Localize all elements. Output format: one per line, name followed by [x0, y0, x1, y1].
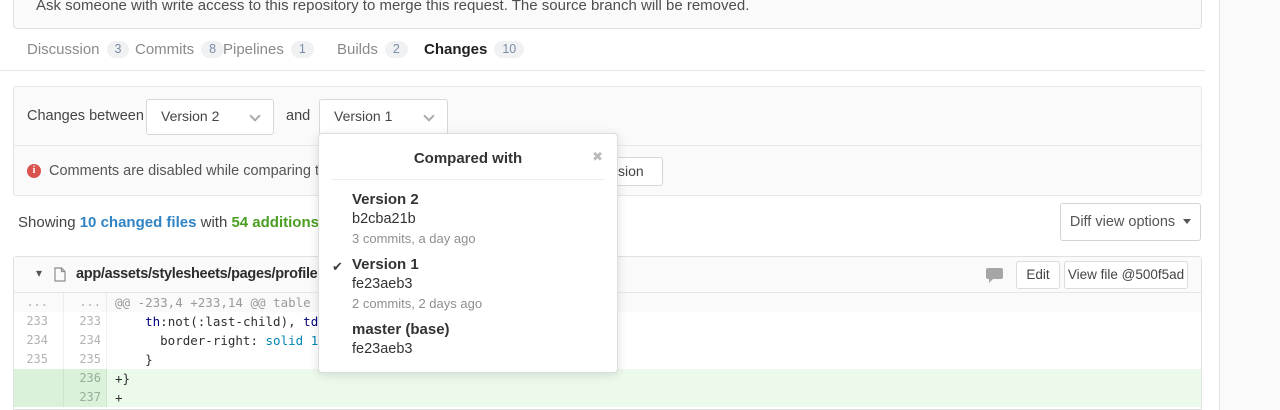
tab-changes[interactable]: Changes10 [424, 29, 524, 71]
hunk-header-text: @@ -233,4 +233,14 @@ table { [107, 293, 1201, 312]
new-line-number[interactable]: 236 [64, 369, 107, 388]
diff-added-row: 237 + [14, 388, 1201, 407]
commit-sha: fe23aeb3 [352, 275, 482, 294]
close-icon[interactable]: ✖ [592, 149, 603, 165]
code-line: +} [107, 369, 1201, 388]
check-icon: ✔ [332, 259, 343, 275]
discussion-count-badge: 3 [107, 41, 130, 58]
old-line-number[interactable]: 235 [14, 350, 64, 369]
commit-sha: b2cba21b [352, 210, 476, 229]
new-line-number[interactable]: 237 [64, 388, 107, 407]
dropdown-item-master-base[interactable]: master (base) fe23aeb3 [352, 321, 450, 359]
chevron-down-icon [423, 110, 434, 121]
old-line-number: ... [14, 293, 64, 312]
file-icon [54, 267, 66, 287]
commit-sha: fe23aeb3 [352, 340, 450, 359]
changes-between-label: Changes between [27, 108, 144, 124]
edit-button[interactable]: Edit [1016, 261, 1060, 289]
to-version-select[interactable]: Version 1 [319, 99, 448, 135]
code-line: + [107, 388, 1201, 407]
old-line-number[interactable] [14, 369, 64, 388]
dropdown-item-version-2[interactable]: Version 2 b2cba21b 3 commits, a day ago [352, 191, 476, 247]
old-line-number[interactable]: 233 [14, 312, 64, 331]
compared-with-dropdown: Compared with ✖ ✔ Version 2 b2cba21b 3 c… [318, 133, 618, 373]
new-line-number[interactable]: 233 [64, 312, 107, 331]
new-line-number[interactable]: 235 [64, 350, 107, 369]
alert-info-icon: i [27, 164, 41, 178]
pipelines-count-badge: 1 [291, 41, 314, 58]
code-line: border-right: solid 1px $border-color; [107, 331, 1201, 350]
chevron-down-icon [249, 110, 260, 121]
tab-pipelines[interactable]: Pipelines1 [223, 29, 314, 71]
dropdown-item-version-1[interactable]: Version 1 fe23aeb3 2 commits, 2 days ago [352, 256, 482, 312]
comment-bubble-icon[interactable] [986, 268, 1003, 288]
old-line-number[interactable] [14, 388, 64, 407]
changes-count-badge: 10 [494, 41, 524, 58]
code-line: } [107, 350, 1201, 369]
new-line-number[interactable]: 234 [64, 331, 107, 350]
alert-text: Ask someone with write access to this re… [36, 0, 749, 14]
tab-commits[interactable]: Commits8 [135, 29, 224, 71]
diff-summary: Showing 10 changed files with 54 additio… [18, 214, 348, 231]
from-version-select[interactable]: Version 2 [146, 99, 274, 135]
divider [331, 179, 605, 180]
code-line: th:not(:last-child), td:not(:last-child)… [107, 312, 1201, 331]
commits-count-badge: 8 [201, 41, 224, 58]
additions-count: 54 additions [231, 214, 319, 231]
tab-builds[interactable]: Builds2 [337, 29, 408, 71]
mr-tabs: Discussion3 Commits8 Pipelines1 Builds2 … [0, 29, 1205, 71]
tab-discussion[interactable]: Discussion3 [27, 29, 129, 71]
diff-view-options-button[interactable]: Diff view options [1060, 203, 1201, 241]
new-line-number: ... [64, 293, 107, 312]
changed-files-link[interactable]: 10 changed files [80, 214, 197, 231]
view-file-button[interactable]: View file @500f5ad [1064, 261, 1188, 289]
merge-request-alert: Ask someone with write access to this re… [13, 0, 1202, 29]
collapsed-right-sidebar[interactable] [1219, 0, 1280, 410]
collapse-caret-icon[interactable]: ▾ [36, 266, 42, 280]
old-line-number[interactable]: 234 [14, 331, 64, 350]
and-label: and [286, 108, 310, 124]
builds-count-badge: 2 [385, 41, 408, 58]
dropdown-title: Compared with [319, 150, 617, 167]
caret-down-icon [1183, 219, 1191, 224]
